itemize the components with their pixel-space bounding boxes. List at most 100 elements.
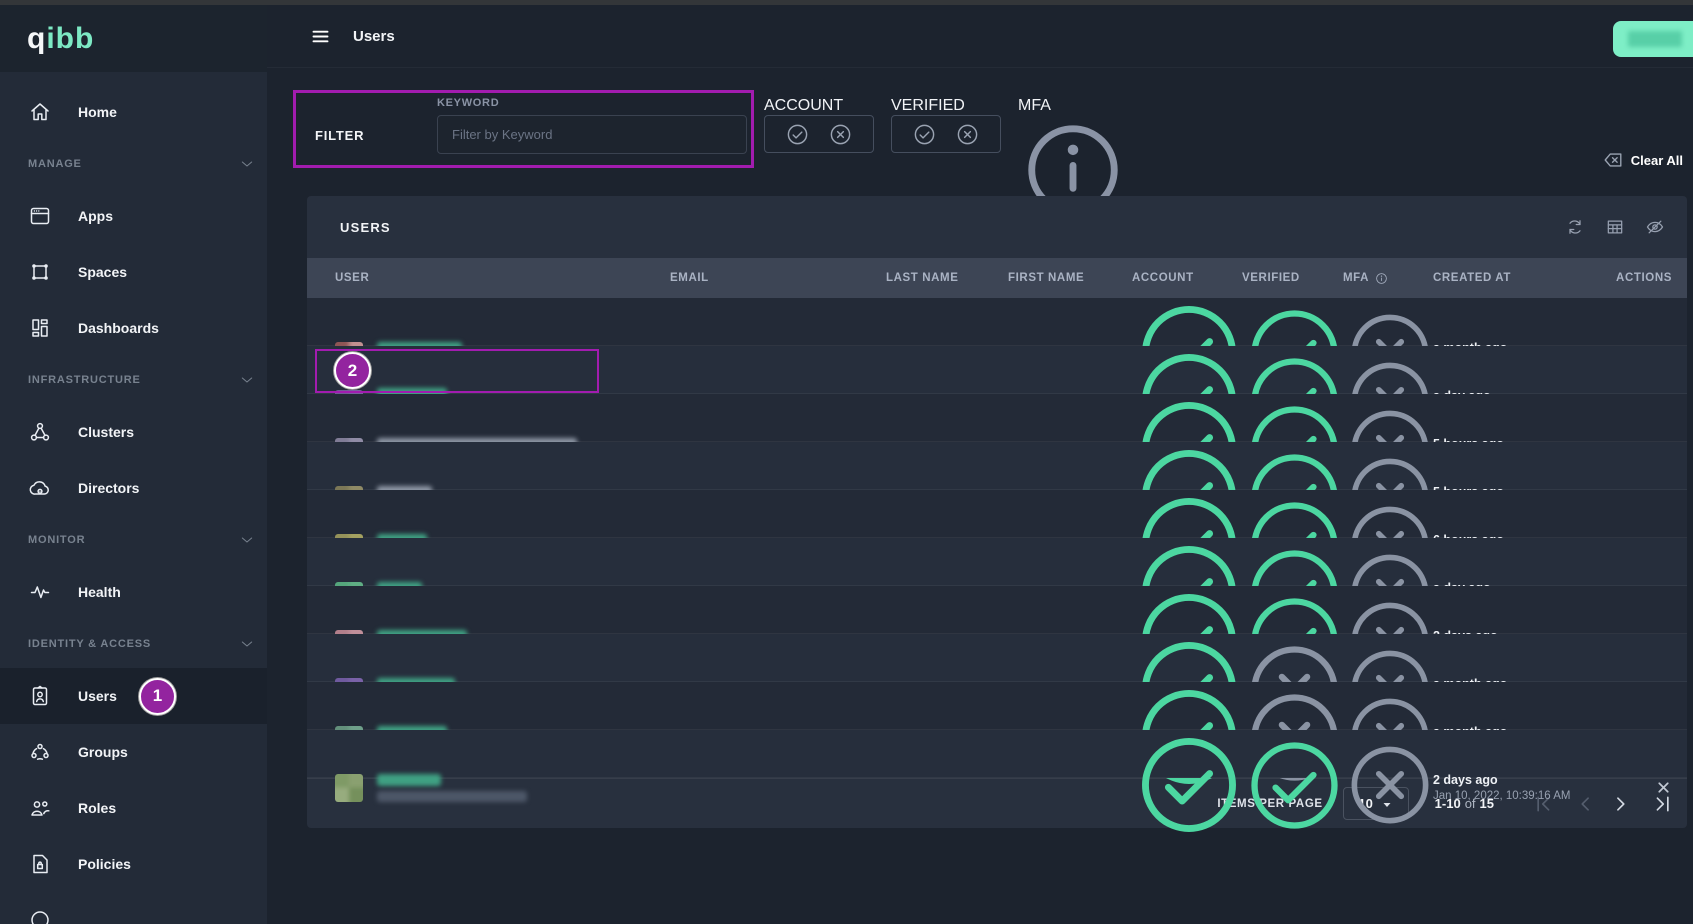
table-row[interactable]: a day agoJan 11, 2022, 9:12:17 AM — [307, 538, 1687, 586]
filter-label: FILTER — [315, 128, 437, 143]
filter-group-label: ACCOUNT — [764, 97, 874, 115]
account-yes-toggle[interactable] — [786, 123, 809, 146]
column-header-verified: VERIFIED — [1242, 272, 1343, 284]
clear-all-button[interactable]: Clear All — [1602, 149, 1683, 171]
table-row[interactable]: 5 hours agoJan 12, 2022, 8:42:10 AM — [307, 442, 1687, 490]
blurred-button-label — [1628, 31, 1682, 47]
groups-icon — [28, 740, 52, 764]
user-cell — [335, 774, 670, 802]
sidebar: qibb Home MANAGE Apps Spaces Dashboards INFRA… — [0, 5, 267, 924]
check-circle-icon — [1134, 827, 1244, 844]
account-status-cell — [1132, 730, 1242, 845]
home-icon — [28, 100, 52, 124]
column-header-user: USER — [335, 272, 670, 284]
verified-no-toggle[interactable] — [956, 123, 979, 146]
table-row[interactable]: -a month agoDec 9, 2021, 1:52:30 PM — [307, 682, 1687, 730]
blurred-user-name — [377, 774, 441, 786]
annotation-badge-row: 2 — [334, 352, 371, 389]
window-top-strip — [0, 0, 1693, 5]
sidebar-item-label: Directors — [78, 480, 139, 496]
account-no-toggle[interactable] — [829, 123, 852, 146]
clusters-icon — [28, 420, 52, 444]
verified-yes-toggle[interactable] — [913, 123, 936, 146]
eye-off-icon[interactable] — [1645, 217, 1665, 237]
qibb-logo: qibb — [27, 22, 94, 56]
column-header-email: EMAIL — [670, 272, 886, 284]
keyword-input[interactable] — [437, 115, 747, 154]
delete-user-button[interactable] — [1655, 779, 1672, 796]
last-page-button[interactable] — [1652, 794, 1672, 814]
table-header-row: USEREMAILLAST NAMEFIRST NAMEACCOUNTVERIF… — [307, 258, 1687, 298]
chevron-down-icon — [239, 636, 255, 652]
table-row[interactable]: --a month agoDec 6, 2021, 6:22:45 PM — [307, 634, 1687, 682]
info-icon[interactable] — [1375, 272, 1388, 285]
sidebar-item-label: Groups — [78, 744, 128, 760]
sidebar-item-clusters[interactable]: Clusters — [0, 404, 267, 460]
sidebar-item-apps[interactable]: Apps — [0, 188, 267, 244]
page-title: Users — [353, 28, 395, 45]
mfa-status-cell — [1343, 740, 1433, 835]
chevron-down-icon — [239, 372, 255, 388]
table-row[interactable]: 2 days agoJan 10, 2022, 10:39:16 AM — [307, 730, 1687, 778]
table-row[interactable]: 6 hours agoJan 12, 2022, 8:21:45 AM — [307, 490, 1687, 538]
column-header-created-at: CREATED AT — [1433, 272, 1610, 284]
sidebar-item-spaces[interactable]: Spaces — [0, 244, 267, 300]
chevron-down-icon — [239, 532, 255, 548]
sidebar-item-policies[interactable]: Policies — [0, 836, 267, 892]
sidebar-section-identity-access[interactable]: IDENTITY & ACCESS — [0, 620, 267, 668]
sidebar-section-monitor[interactable]: MONITOR — [0, 516, 267, 564]
sidebar-item-groups[interactable]: Groups — [0, 724, 267, 780]
table-row[interactable]: a month agoDec 16, 2021, 11:07:38 AM — [307, 298, 1687, 346]
sidebar-item-label: Dashboards — [78, 320, 159, 336]
users-card: USERS USEREMAILLAST NAMEFIRST NAMEACCOUN… — [307, 196, 1687, 828]
table-body: a month agoDec 16, 2021, 11:07:38 AMID: … — [307, 298, 1687, 778]
sidebar-item-label: Users — [78, 688, 117, 704]
table-row[interactable]: 2 days agoJan 10, 2022, 10:45:09 AM — [307, 586, 1687, 634]
table-row[interactable]: ID: 14b48bd72a day agoJan 11, 2022, 9:20… — [307, 346, 1687, 394]
sidebar-item-label: Spaces — [78, 264, 127, 280]
sidebar-item-home[interactable]: Home — [0, 84, 267, 140]
sidebar-section-manage[interactable]: MANAGE — [0, 140, 267, 188]
card-title: USERS — [340, 220, 1565, 235]
backspace-icon — [1602, 149, 1624, 171]
card-header-icons — [1565, 217, 1665, 237]
verified-status-cell — [1242, 735, 1343, 841]
sidebar-item-label: Home — [78, 104, 117, 120]
section-label: MONITOR — [28, 534, 239, 546]
user-avatar — [335, 774, 363, 802]
users-card-header: USERS — [307, 196, 1687, 258]
sidebar-item-dashboards[interactable]: Dashboards — [0, 300, 267, 356]
topbar: Users — [267, 5, 1693, 68]
circle-icon — [28, 908, 52, 924]
hamburger-menu-icon[interactable] — [310, 26, 331, 47]
next-page-button[interactable] — [1610, 794, 1630, 814]
filter-group-label: VERIFIED — [891, 97, 1001, 115]
table-row[interactable]: 5 hours agoJan 12, 2022, 8:47:11 AM — [307, 394, 1687, 442]
sidebar-section-infrastructure[interactable]: INFRASTRUCTURE — [0, 356, 267, 404]
blurred-user-subtext — [377, 791, 527, 802]
section-label: IDENTITY & ACCESS — [28, 638, 239, 650]
actions-cell — [1610, 779, 1672, 796]
dashboards-icon — [28, 316, 52, 340]
filter-bar: FILTER KEYWORD ACCOUNTVERIFIEDMFA Clear … — [267, 68, 1693, 196]
sidebar-item-label: Apps — [78, 208, 113, 224]
sidebar-item-users[interactable]: Users1 — [0, 668, 267, 724]
primary-action-button[interactable] — [1613, 21, 1693, 57]
directors-icon — [28, 476, 52, 500]
spaces-icon — [28, 260, 52, 284]
sidebar-item-roles[interactable]: Roles — [0, 780, 267, 836]
sidebar-item-health[interactable]: Health — [0, 564, 267, 620]
refresh-icon[interactable] — [1565, 217, 1585, 237]
sidebar-nav: Home MANAGE Apps Spaces Dashboards INFRASTRUC… — [0, 72, 267, 924]
toggle-group — [891, 115, 1001, 153]
table-view-icon[interactable] — [1605, 217, 1625, 237]
logo-area[interactable]: qibb — [0, 5, 267, 72]
clear-all-label: Clear All — [1631, 153, 1683, 168]
sidebar-item-directors[interactable]: Directors — [0, 460, 267, 516]
sidebar-item-label: Health — [78, 584, 121, 600]
sidebar-item-circle[interactable] — [0, 892, 267, 924]
check-circle-icon — [1244, 823, 1345, 840]
created-relative: 2 days ago — [1433, 773, 1610, 787]
roles-icon — [28, 796, 52, 820]
section-label: MANAGE — [28, 158, 239, 170]
